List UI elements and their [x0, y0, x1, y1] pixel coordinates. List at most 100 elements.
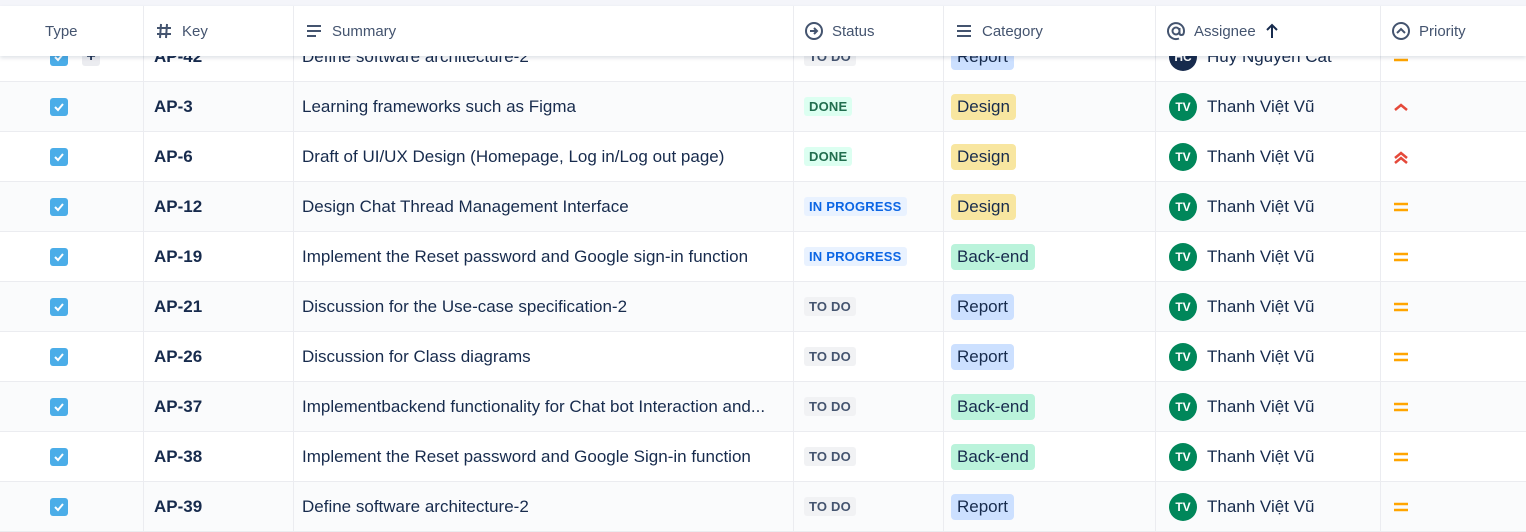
issue-summary[interactable]: Implement the Reset password and Google … — [294, 247, 788, 267]
status-cell[interactable]: IN PROGRESS — [793, 232, 943, 281]
status-cell[interactable]: TO DO — [793, 382, 943, 431]
column-header-priority[interactable]: Priority — [1380, 6, 1526, 56]
table-row[interactable]: AP-6 Draft of UI/UX Design (Homepage, Log… — [0, 132, 1526, 182]
issue-summary[interactable]: Draft of UI/UX Design (Homepage, Log in/… — [294, 147, 788, 167]
assignee-cell[interactable]: TV Thanh Việt Vũ — [1155, 282, 1380, 331]
assignee-cell[interactable]: TV Thanh Việt Vũ — [1155, 82, 1380, 131]
summary-cell[interactable]: Implementbackend functionality for Chat … — [293, 382, 793, 431]
status-badge[interactable]: TO DO — [804, 497, 856, 516]
summary-cell[interactable]: Draft of UI/UX Design (Homepage, Log in/… — [293, 132, 793, 181]
column-header-category[interactable]: Category — [943, 6, 1155, 56]
category-cell[interactable]: Design — [943, 132, 1155, 181]
table-row[interactable]: AP-21 Discussion for the Use-case specifi… — [0, 282, 1526, 332]
status-cell[interactable]: TO DO — [793, 332, 943, 381]
priority-cell[interactable] — [1380, 232, 1526, 281]
priority-cell[interactable] — [1380, 132, 1526, 181]
assignee-cell[interactable]: TV Thanh Việt Vũ — [1155, 482, 1380, 531]
key-cell[interactable]: AP-3 — [143, 82, 293, 131]
category-cell[interactable]: Back-end — [943, 432, 1155, 481]
issue-key[interactable]: AP-39 — [144, 497, 202, 517]
category-cell[interactable]: Design — [943, 82, 1155, 131]
status-badge[interactable]: TO DO — [804, 397, 856, 416]
summary-cell[interactable]: Discussion for Class diagrams — [293, 332, 793, 381]
issue-summary[interactable]: Implement the Reset password and Google … — [294, 447, 788, 467]
category-lozenge[interactable]: Design — [951, 143, 1016, 170]
status-cell[interactable]: TO DO — [793, 432, 943, 481]
table-row[interactable]: AP-12 Design Chat Thread Management Inter… — [0, 182, 1526, 232]
summary-cell[interactable]: Learning frameworks such as Figma — [293, 82, 793, 131]
summary-cell[interactable]: Define software architecture-2 — [293, 482, 793, 531]
issue-summary[interactable]: Discussion for the Use-case specificatio… — [294, 297, 788, 317]
category-cell[interactable]: Report — [943, 332, 1155, 381]
table-row[interactable]: AP-37 Implementbackend functionality for … — [0, 382, 1526, 432]
issue-key[interactable]: AP-19 — [144, 247, 202, 267]
issue-key[interactable]: AP-12 — [144, 197, 202, 217]
sort-ascending-icon[interactable] — [1262, 21, 1282, 41]
assignee-cell[interactable]: TV Thanh Việt Vũ — [1155, 182, 1380, 231]
key-cell[interactable]: AP-21 — [143, 282, 293, 331]
category-lozenge[interactable]: Report — [951, 293, 1015, 320]
issue-summary[interactable]: Define software architecture-2 — [294, 497, 788, 517]
column-header-summary[interactable]: Summary — [293, 6, 793, 56]
priority-cell[interactable] — [1380, 332, 1526, 381]
category-lozenge[interactable]: Back-end — [951, 443, 1035, 470]
category-lozenge[interactable]: Design — [951, 193, 1016, 220]
category-lozenge[interactable]: Back-end — [951, 243, 1035, 270]
issue-key[interactable]: AP-21 — [144, 297, 202, 317]
issue-summary[interactable]: Design Chat Thread Management Interface — [294, 197, 788, 217]
category-cell[interactable]: Back-end — [943, 382, 1155, 431]
issue-key[interactable]: AP-37 — [144, 397, 202, 417]
summary-cell[interactable]: Discussion for the Use-case specificatio… — [293, 282, 793, 331]
priority-cell[interactable] — [1380, 482, 1526, 531]
status-cell[interactable]: DONE — [793, 132, 943, 181]
column-header-key[interactable]: Key — [143, 6, 293, 56]
issue-summary[interactable]: Learning frameworks such as Figma — [294, 97, 788, 117]
status-cell[interactable]: IN PROGRESS — [793, 182, 943, 231]
priority-cell[interactable] — [1380, 282, 1526, 331]
priority-cell[interactable] — [1380, 432, 1526, 481]
key-cell[interactable]: AP-12 — [143, 182, 293, 231]
status-badge[interactable]: TO DO — [804, 447, 856, 466]
key-cell[interactable]: AP-19 — [143, 232, 293, 281]
key-cell[interactable]: AP-39 — [143, 482, 293, 531]
category-lozenge[interactable]: Back-end — [951, 393, 1035, 420]
assignee-cell[interactable]: TV Thanh Việt Vũ — [1155, 432, 1380, 481]
issue-key[interactable]: AP-3 — [144, 97, 193, 117]
status-cell[interactable]: TO DO — [793, 282, 943, 331]
table-row[interactable]: AP-19 Implement the Reset password and Go… — [0, 232, 1526, 282]
issue-summary[interactable]: Implementbackend functionality for Chat … — [294, 397, 788, 417]
category-cell[interactable]: Report — [943, 482, 1155, 531]
issue-summary[interactable]: Discussion for Class diagrams — [294, 347, 788, 367]
priority-cell[interactable] — [1380, 182, 1526, 231]
issue-key[interactable]: AP-6 — [144, 147, 193, 167]
category-lozenge[interactable]: Report — [951, 493, 1015, 520]
status-badge[interactable]: IN PROGRESS — [804, 197, 907, 216]
status-badge[interactable]: DONE — [804, 97, 853, 116]
key-cell[interactable]: AP-26 — [143, 332, 293, 381]
assignee-cell[interactable]: TV Thanh Việt Vũ — [1155, 132, 1380, 181]
assignee-cell[interactable]: TV Thanh Việt Vũ — [1155, 382, 1380, 431]
category-cell[interactable]: Report — [943, 282, 1155, 331]
status-badge[interactable]: TO DO — [804, 347, 856, 366]
assignee-cell[interactable]: TV Thanh Việt Vũ — [1155, 232, 1380, 281]
key-cell[interactable]: AP-37 — [143, 382, 293, 431]
status-badge[interactable]: IN PROGRESS — [804, 247, 907, 266]
priority-cell[interactable] — [1380, 82, 1526, 131]
table-row[interactable]: AP-26 Discussion for Class diagrams TO DO R… — [0, 332, 1526, 382]
category-cell[interactable]: Design — [943, 182, 1155, 231]
column-header-status[interactable]: Status — [793, 6, 943, 56]
status-cell[interactable]: DONE — [793, 82, 943, 131]
key-cell[interactable]: AP-38 — [143, 432, 293, 481]
issue-key[interactable]: AP-38 — [144, 447, 202, 467]
column-header-type[interactable]: Type — [0, 6, 143, 56]
status-badge[interactable]: DONE — [804, 147, 853, 166]
issue-key[interactable]: AP-26 — [144, 347, 202, 367]
summary-cell[interactable]: Design Chat Thread Management Interface — [293, 182, 793, 231]
status-badge[interactable]: TO DO — [804, 297, 856, 316]
priority-cell[interactable] — [1380, 382, 1526, 431]
table-row[interactable]: AP-3 Learning frameworks such as Figma DON… — [0, 82, 1526, 132]
category-cell[interactable]: Back-end — [943, 232, 1155, 281]
key-cell[interactable]: AP-6 — [143, 132, 293, 181]
table-row[interactable]: AP-39 Define software architecture-2 TO DO… — [0, 482, 1526, 532]
assignee-cell[interactable]: TV Thanh Việt Vũ — [1155, 332, 1380, 381]
